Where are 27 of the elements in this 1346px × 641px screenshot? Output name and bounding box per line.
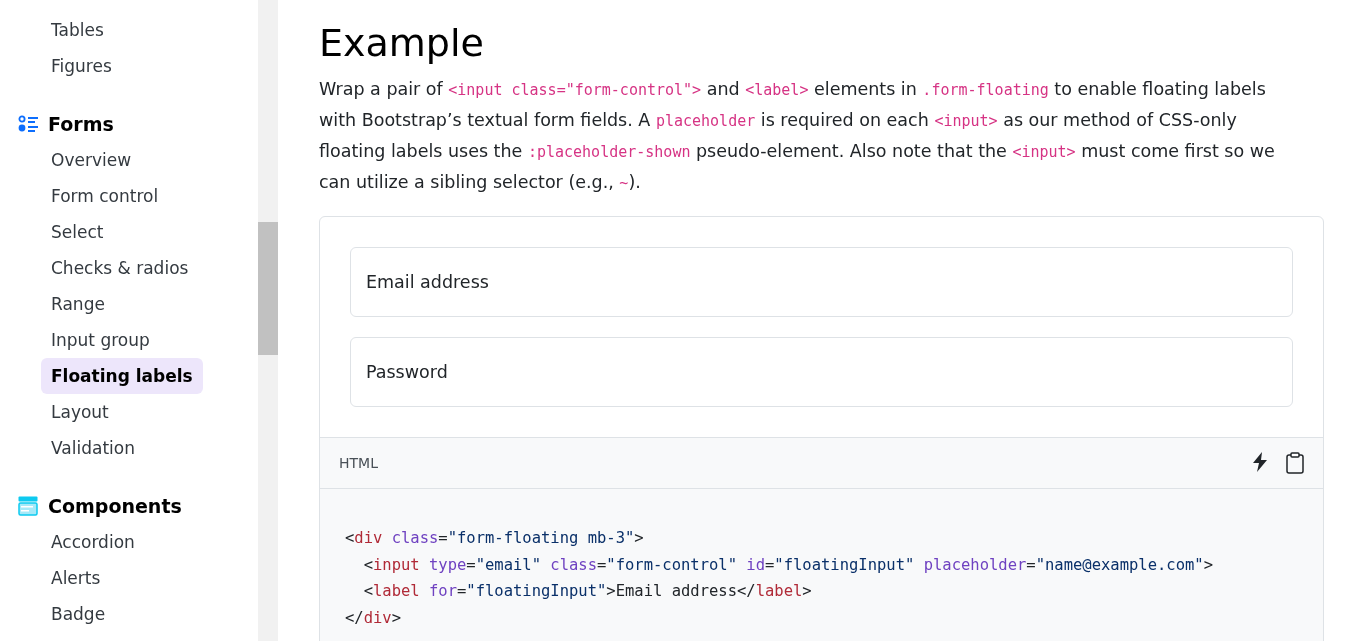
sidebar-link[interactable]: Layout (41, 394, 119, 430)
sidebar-link[interactable]: Checks & radios (41, 250, 199, 286)
code-block: <div class="form-floating mb-3"> <input type="email" class="form-control" id="floatingInput" placeholder="name@example.com"> <label for="floatingInput">Email address</label> </div> (320, 489, 1323, 641)
language-label: HTML (339, 455, 378, 471)
sidebar-link[interactable]: Validation (41, 430, 145, 466)
input-field[interactable]: Password (350, 337, 1293, 407)
sidebar-link[interactable]: Form control (41, 178, 169, 214)
window-stack-icon (18, 496, 38, 516)
section-title: Forms (48, 113, 114, 135)
scrollbar-thumb[interactable] (258, 222, 278, 355)
section-heading: Example (319, 20, 485, 67)
sidebar-link[interactable]: Input group (41, 322, 160, 358)
sidebar-link[interactable]: Floating labels (41, 358, 203, 394)
sidebar-link[interactable]: Figures (41, 48, 122, 84)
sidebar-link[interactable]: Badge (41, 596, 116, 632)
lightning-icon[interactable] (1251, 452, 1269, 474)
sidebar-link[interactable]: Tables (41, 12, 114, 48)
sidebar-link[interactable]: Select (41, 214, 114, 250)
clipboard-icon[interactable] (1285, 452, 1305, 474)
input-field[interactable]: Email address (350, 247, 1293, 317)
sidebar-link[interactable]: Range (41, 286, 115, 322)
sidebar-link[interactable]: Accordion (41, 524, 145, 560)
section-title: Components (48, 495, 182, 517)
description-paragraph: Wrap a pair of <input class="form-control"> and <label> elements in .form-floating to enable floating labels with Bootstrap’s textual form fields. A placeholder is required on each <input> as our method of CSS-only floating labels uses the :placeholder-shown pseudo-element. Also note that the <input> must come first so we can utilize a sibling selector (e.g., ~). (319, 78, 1276, 194)
sidebar-link[interactable]: Overview (41, 142, 142, 178)
list-icon (18, 115, 38, 133)
sidebar-link[interactable]: Alerts (41, 560, 111, 596)
